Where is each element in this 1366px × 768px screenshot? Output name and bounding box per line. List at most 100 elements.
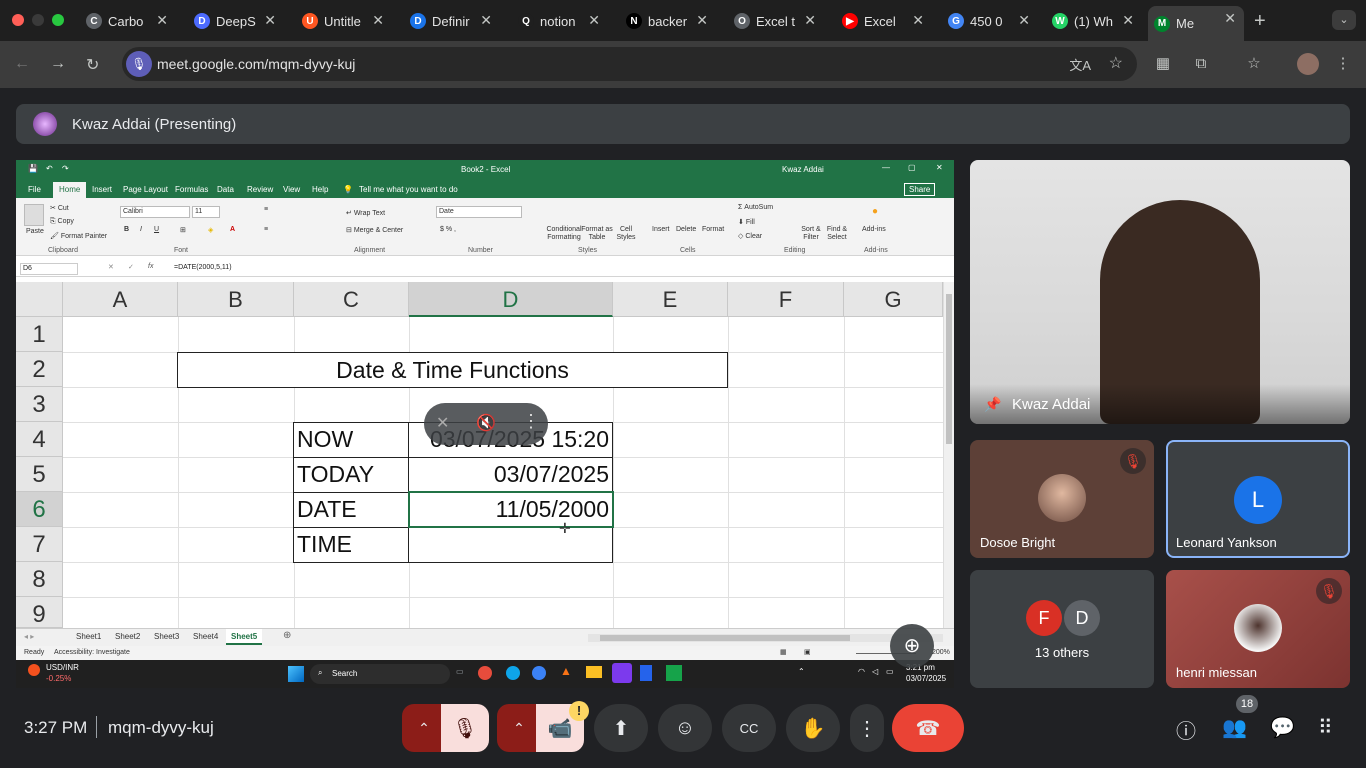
captions-button[interactable]: CC xyxy=(722,704,776,752)
reactions-button[interactable]: ☺ xyxy=(658,704,712,752)
row-header-2[interactable]: 2 xyxy=(16,352,63,387)
battery-icon[interactable]: ▭ xyxy=(886,667,894,676)
enter-icon[interactable]: ✓ xyxy=(128,263,134,271)
zoom-in-button[interactable]: ⊕ xyxy=(890,624,934,668)
taskbar-search[interactable]: ⌕ Search xyxy=(310,664,450,684)
row-header-6[interactable]: 6 xyxy=(16,492,63,527)
wifi-icon[interactable]: ◠ xyxy=(858,667,865,676)
more-options-icon[interactable]: ⋮ xyxy=(522,411,540,432)
row-header-1[interactable]: 1 xyxy=(16,317,63,352)
excel-restore-icon[interactable]: ▢ xyxy=(908,163,916,172)
cell-c5[interactable]: TODAY xyxy=(297,457,374,492)
taskbar-date[interactable]: 03/07/2025 xyxy=(906,674,946,683)
browser-tab[interactable]: M Me ✕ xyxy=(1148,6,1244,41)
column-header-e[interactable]: E xyxy=(613,282,728,317)
sheet-nav-icon[interactable]: ◂ ▸ xyxy=(24,632,34,641)
ribbon-tab-help[interactable]: Help xyxy=(312,185,328,194)
row-header-3[interactable]: 3 xyxy=(16,387,63,422)
unpin-icon[interactable]: ✕ xyxy=(436,413,449,433)
paste-icon[interactable] xyxy=(24,204,44,226)
format-painter-button[interactable]: 🖌 Format Painter xyxy=(50,232,107,240)
close-tab-icon[interactable]: ✕ xyxy=(912,12,924,29)
others-tile[interactable]: F D 13 others xyxy=(970,570,1154,688)
discord-taskbar-icon[interactable] xyxy=(612,663,632,683)
windows-start-icon[interactable] xyxy=(288,666,304,682)
file-explorer-icon[interactable] xyxy=(586,666,602,678)
row-header-5[interactable]: 5 xyxy=(16,457,63,492)
clear-button[interactable]: ◇ Clear xyxy=(738,232,762,240)
browser-tab[interactable]: D DeepS ✕ xyxy=(188,8,284,34)
insert-cells-button[interactable]: Insert xyxy=(652,226,670,233)
format-cells-button[interactable]: Format xyxy=(702,226,724,233)
browser-tab[interactable]: C Carbo ✕ xyxy=(80,8,176,34)
browser-tab[interactable]: Nbacker ✕ xyxy=(620,8,716,34)
column-header-g[interactable]: G xyxy=(844,282,943,317)
cell-styles-button[interactable]: Cell Styles xyxy=(614,226,638,242)
close-tab-icon[interactable]: ✕ xyxy=(804,12,816,29)
sheet-tab[interactable]: Sheet4 xyxy=(193,632,218,641)
worksheet-grid[interactable]: A B C D E F G 1 2 3 4 5 6 7 8 9 Date & T… xyxy=(16,282,954,628)
cancel-icon[interactable]: ✕ xyxy=(108,263,114,271)
meeting-info-icon[interactable]: ⓘ xyxy=(1176,715,1196,744)
translate-icon[interactable]: 文A xyxy=(1069,55,1091,74)
row-header-8[interactable]: 8 xyxy=(16,562,63,597)
paste-button-label[interactable]: Paste xyxy=(26,228,44,235)
add-ins-button[interactable]: Add-ins xyxy=(862,226,886,233)
find-select-button[interactable]: Find & Select xyxy=(824,226,850,242)
participant-tile[interactable]: 🎙 henri miessan xyxy=(1166,570,1350,688)
edge-taskbar-icon[interactable] xyxy=(506,666,520,680)
add-ins-icon[interactable]: ● xyxy=(872,206,878,217)
close-window-button[interactable] xyxy=(12,14,24,26)
bookmarks-icon[interactable]: ☆ xyxy=(1243,53,1265,75)
bold-button[interactable]: B xyxy=(124,226,129,233)
cell-d5[interactable]: 03/07/2025 xyxy=(411,457,609,492)
participant-tile-speaking[interactable]: L Leonard Yankson xyxy=(1166,440,1350,558)
sheet-tab[interactable]: Sheet3 xyxy=(154,632,179,641)
close-tab-icon[interactable]: ✕ xyxy=(264,12,276,29)
ribbon-tab-data[interactable]: Data xyxy=(217,185,234,194)
close-tab-icon[interactable]: ✕ xyxy=(1018,12,1030,29)
browser-tab[interactable]: W (1) Wh ✕ xyxy=(1046,8,1142,34)
number-format-box[interactable]: Date xyxy=(436,206,522,218)
column-header-b[interactable]: B xyxy=(178,282,294,317)
people-icon[interactable]: 👥 xyxy=(1222,715,1247,740)
cell-c4[interactable]: NOW xyxy=(297,422,353,457)
sheet-tab[interactable]: Sheet1 xyxy=(76,632,101,641)
close-tab-icon[interactable]: ✕ xyxy=(480,12,492,29)
mic-permission-icon[interactable]: 🎙 xyxy=(126,51,152,77)
row-header-7[interactable]: 7 xyxy=(16,527,63,562)
excel-minimize-icon[interactable]: — xyxy=(882,163,890,172)
new-tab-button[interactable]: + xyxy=(1254,10,1266,33)
close-tab-icon[interactable]: ✕ xyxy=(372,12,384,29)
close-tab-icon[interactable]: ✕ xyxy=(1122,12,1134,29)
delete-cells-button[interactable]: Delete xyxy=(676,226,696,233)
browser-tab[interactable]: Qnotion ✕ xyxy=(512,8,608,34)
participant-tile[interactable]: 🎙 Dosoe Bright xyxy=(970,440,1154,558)
sort-filter-button[interactable]: Sort & Filter xyxy=(798,226,824,242)
column-header-c[interactable]: C xyxy=(294,282,409,317)
italic-button[interactable]: I xyxy=(140,226,142,233)
word-taskbar-icon[interactable] xyxy=(640,665,652,681)
browser-menu-icon[interactable]: ⋮ xyxy=(1332,53,1354,75)
python-taskbar-icon[interactable] xyxy=(532,666,546,680)
wrap-text-button[interactable]: ↵ Wrap Text xyxy=(346,209,385,217)
underline-button[interactable]: U xyxy=(154,226,159,233)
row-header-4[interactable]: 4 xyxy=(16,422,63,457)
font-color-icon[interactable]: A xyxy=(230,226,235,233)
vertical-scrollbar[interactable] xyxy=(943,282,954,628)
browser-tab[interactable]: G 450 0 ✕ xyxy=(942,8,1038,34)
close-tab-icon[interactable]: ✕ xyxy=(156,12,168,29)
h-scrollbar-thumb[interactable] xyxy=(600,635,850,641)
profile-avatar[interactable] xyxy=(1297,53,1319,75)
fill-color-icon[interactable]: ◈ xyxy=(208,226,213,234)
font-name-box[interactable]: Calibri xyxy=(120,206,190,218)
borders-icon[interactable]: ⊞ xyxy=(180,226,186,234)
volume-icon[interactable]: ◁ xyxy=(872,667,878,676)
maximize-window-button[interactable] xyxy=(52,14,64,26)
column-header-a[interactable]: A xyxy=(63,282,178,317)
align-top-icon[interactable]: ≡ xyxy=(264,206,268,213)
column-header-d[interactable]: D xyxy=(409,282,613,317)
normal-view-icon[interactable]: ▦ xyxy=(780,648,787,656)
ribbon-tab-formulas[interactable]: Formulas xyxy=(175,185,208,194)
cut-button[interactable]: ✂ Cut xyxy=(50,204,69,212)
